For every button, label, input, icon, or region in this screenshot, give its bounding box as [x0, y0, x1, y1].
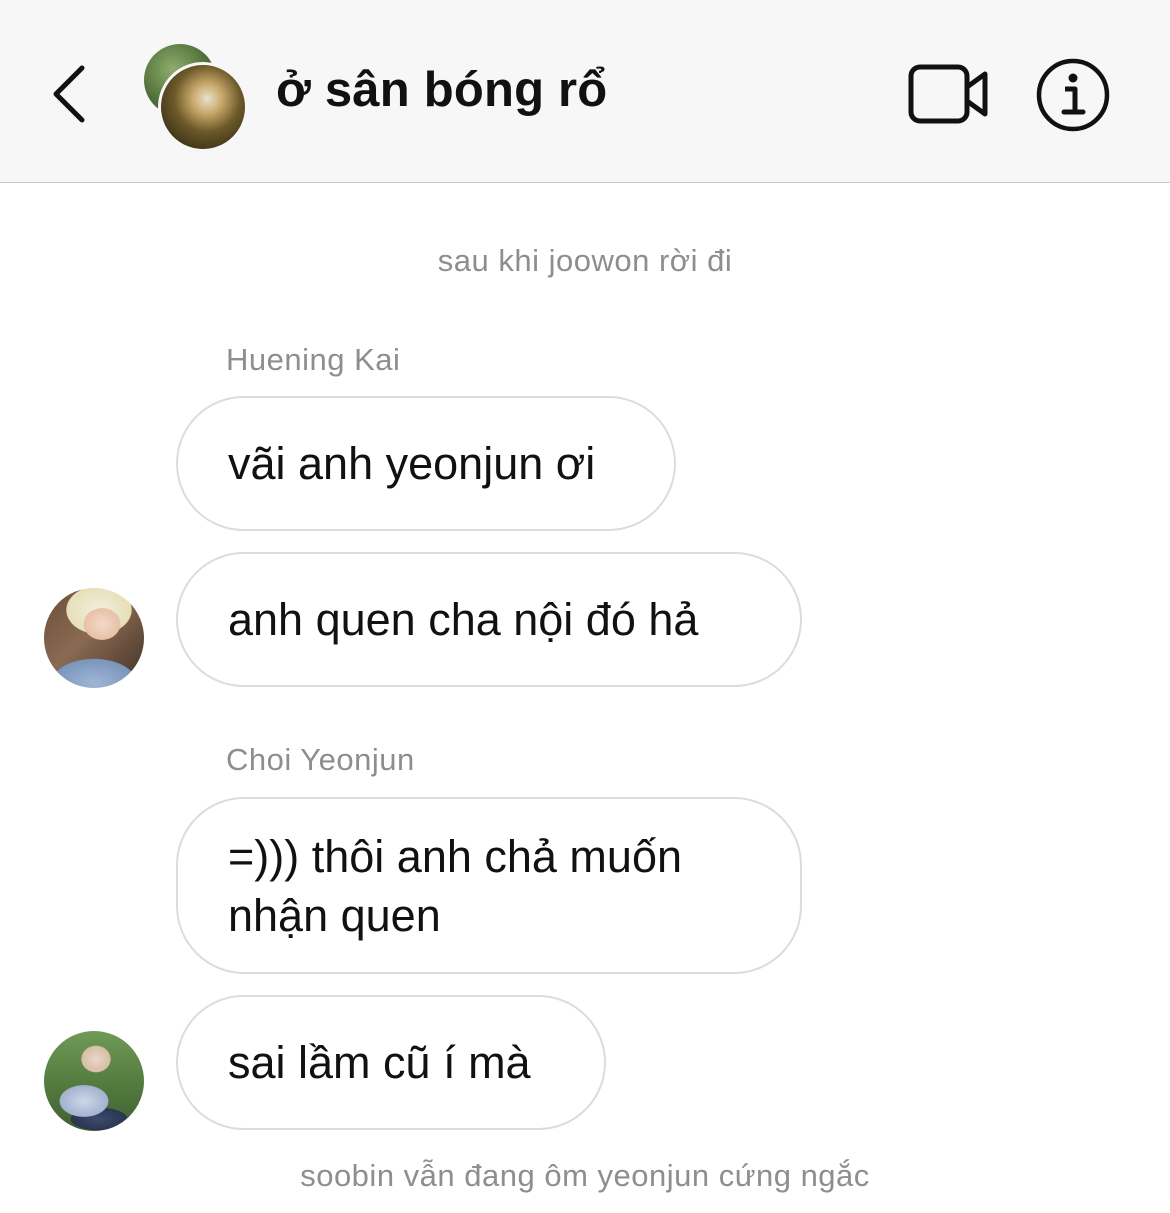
- chat-header: ở sân bóng rổ: [0, 0, 1170, 183]
- message-text: anh quen cha nội đó hả: [228, 594, 699, 645]
- video-camera-icon[interactable]: [906, 60, 992, 128]
- message-bubble[interactable]: sai lầm cũ í mà: [176, 995, 606, 1130]
- message-bubble[interactable]: =))) thôi anh chả muốn nhận quen: [176, 797, 802, 974]
- message-text: =))) thôi anh chả muốn nhận quen: [228, 830, 682, 941]
- system-message-top: sau khi joowon rời đi: [437, 243, 733, 278]
- sender-name: Choi Yeonjun: [226, 742, 415, 777]
- system-message-bottom: soobin vẫn đang ôm yeonjun cứng ngắc: [300, 1158, 870, 1193]
- message-bubble[interactable]: anh quen cha nội đó hả: [176, 552, 802, 687]
- message-text: vãi anh yeonjun ơi: [228, 438, 596, 489]
- sender-avatar-huening-kai[interactable]: [44, 588, 144, 688]
- message-text: sai lầm cũ í mà: [228, 1037, 531, 1088]
- info-icon[interactable]: [1034, 56, 1112, 134]
- chevron-left-icon[interactable]: [40, 58, 100, 128]
- group-avatar[interactable]: [140, 42, 248, 152]
- chat-title[interactable]: ở sân bóng rổ: [276, 62, 607, 118]
- member-avatar-front: [158, 62, 248, 152]
- message-bubble[interactable]: vãi anh yeonjun ơi: [176, 396, 676, 531]
- sender-name: Huening Kai: [226, 342, 401, 377]
- sender-avatar-choi-yeonjun[interactable]: [44, 1031, 144, 1131]
